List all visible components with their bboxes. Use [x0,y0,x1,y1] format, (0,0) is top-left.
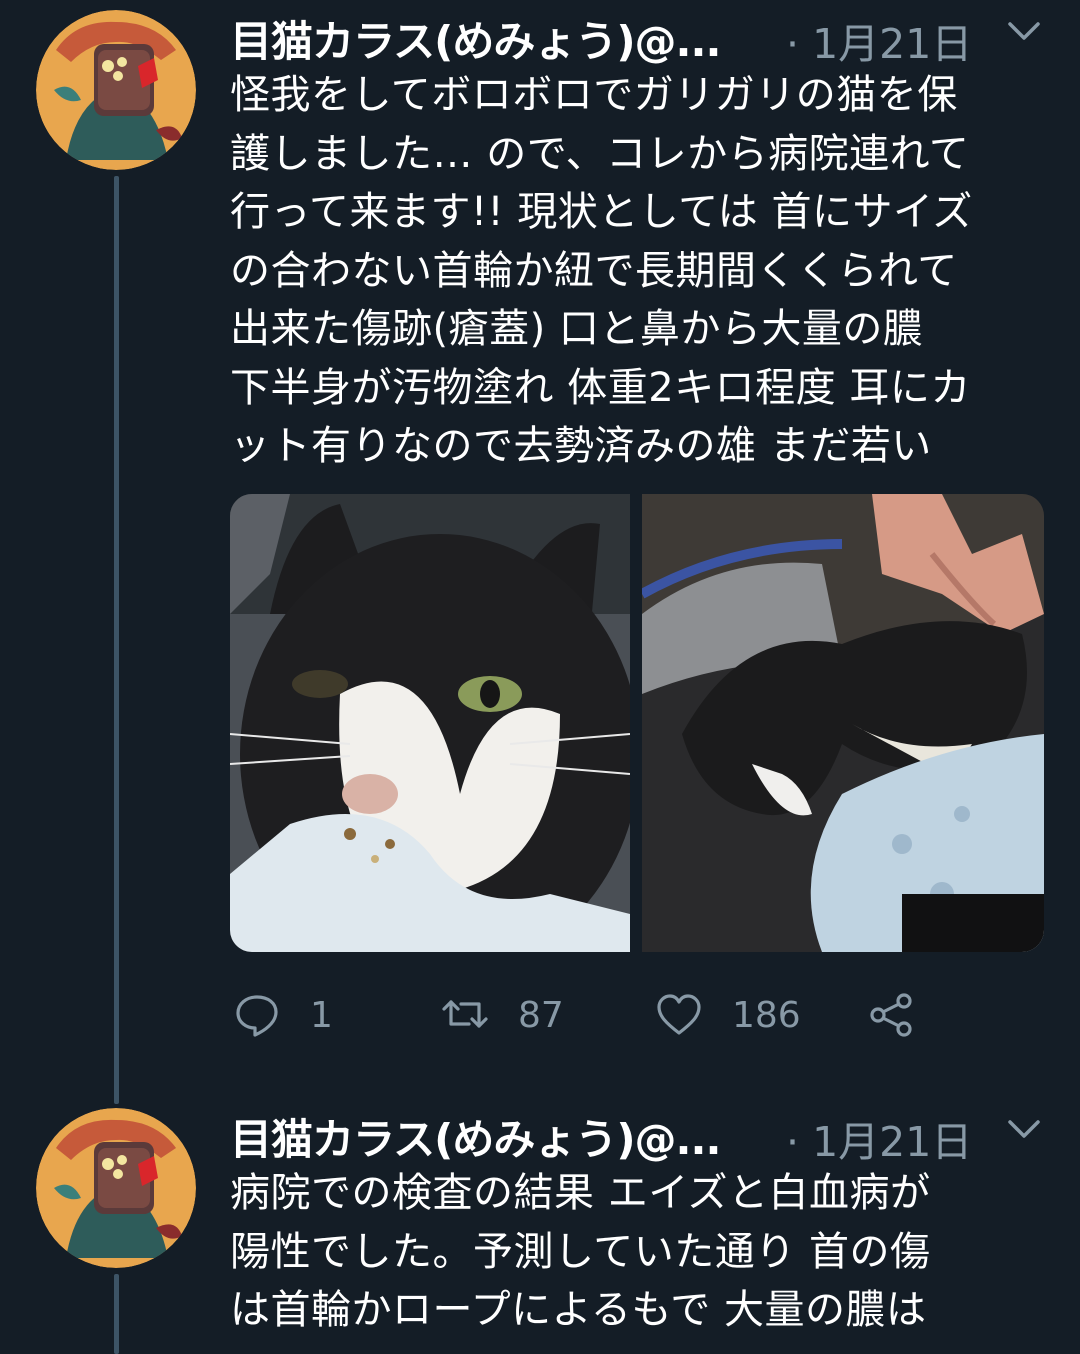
retweet-button[interactable]: 87 [442,990,564,1040]
chevron-down-icon[interactable] [1004,14,1044,50]
thread-line [114,1274,119,1354]
tweet-text: 怪我をしてボロボロでガリガリの猫を保 護しました… ので、コレから病院連れて 行… [230,72,973,469]
tweet-text: 病院での検査の結果 エイズと白血病が 陽性でした。予測していた通り 首の傷 は首… [230,1170,931,1333]
like-count: 186 [732,994,801,1036]
share-icon [870,993,912,1037]
cat-photo-petted[interactable] [642,493,1044,952]
avatar-image [36,10,196,170]
reply-button[interactable]: 1 [234,990,333,1040]
avatar-image [36,1108,196,1268]
tweet-media[interactable] [230,493,1044,952]
retweet-icon [442,1000,488,1028]
cat-photo-closeup[interactable] [230,493,630,952]
chevron-down-icon[interactable] [1004,1112,1044,1148]
tweet[interactable]: 目猫カラス(めみょう)@... · 1月21日 怪我をしてボロボロでガリガリの猫… [230,6,1060,1066]
author-name[interactable]: 目猫カラス(めみょう)@... [230,8,721,69]
reply-icon [236,995,278,1037]
tweet-header: 目猫カラス(めみょう)@... · 1月21日 [230,6,1060,69]
retweet-count: 87 [518,994,564,1036]
avatar[interactable] [36,10,196,170]
tweet-header: 目猫カラス(めみょう)@... · 1月21日 [230,1104,1060,1167]
author-name[interactable]: 目猫カラス(めみょう)@... [230,1106,721,1167]
like-button[interactable]: 186 [656,990,801,1040]
avatar[interactable] [36,1108,196,1268]
tweet[interactable]: 目猫カラス(めみょう)@... · 1月21日 病院での検査の結果 エイズと白血… [230,1104,1060,1354]
tweet-date[interactable]: · 1月21日 [786,10,972,70]
share-button[interactable] [868,990,914,1040]
thread-line [114,176,119,1104]
tweet-action-bar: 1 87 186 [230,990,1060,1040]
tweet-date[interactable]: · 1月21日 [786,1108,972,1168]
heart-icon [657,994,701,1035]
reply-count: 1 [310,994,333,1036]
